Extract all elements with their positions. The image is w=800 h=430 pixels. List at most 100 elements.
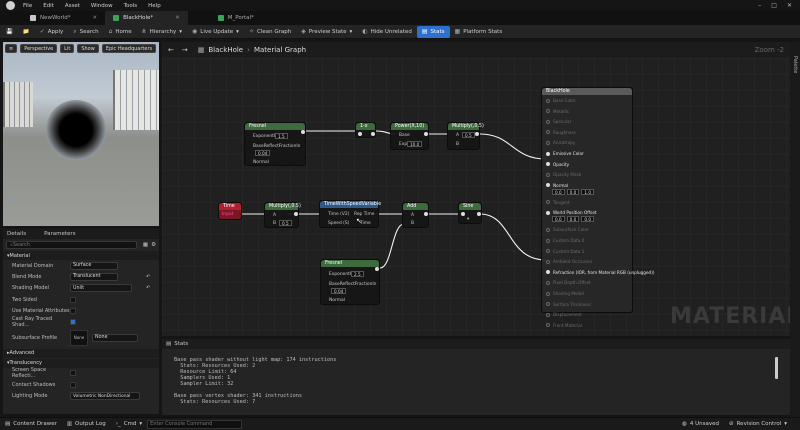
input-pin[interactable] — [546, 249, 550, 254]
breadcrumb-root[interactable]: BlackHole — [208, 46, 243, 54]
result-pin[interactable]: Tangent — [546, 199, 570, 206]
wpo-value-field[interactable]: 0.0 — [552, 216, 565, 223]
settings-icon[interactable]: ⚙ — [151, 242, 156, 248]
fresnel-node-2[interactable]: Fresnel ExponentIn 2.5 BaseReflectFractio… — [320, 259, 380, 305]
input-pin[interactable] — [546, 151, 550, 156]
section-translucency[interactable]: ▾ Translucency — [3, 358, 159, 368]
input-pin[interactable] — [546, 302, 550, 307]
clean-graph-button[interactable]: ✧ Clean Graph — [244, 26, 296, 38]
stats-scrollbar[interactable] — [775, 357, 778, 379]
content-drawer-button[interactable]: ▤ Content Drawer — [0, 421, 62, 427]
output-log-button[interactable]: ▥ Output Log — [62, 421, 111, 427]
browse-icon[interactable]: 📁 — [18, 26, 35, 38]
input-pin[interactable] — [546, 210, 550, 215]
result-pin[interactable]: Opacity — [546, 161, 569, 168]
result-pin[interactable]: Subsurface Color — [546, 226, 589, 233]
input-pin[interactable] — [546, 109, 550, 114]
two-sided-checkbox[interactable] — [70, 296, 76, 303]
tab-details[interactable]: Details — [7, 231, 26, 237]
menu-tools[interactable]: Tools — [124, 3, 138, 9]
blend-mode-select[interactable]: Translucent — [70, 272, 118, 281]
result-pin[interactable]: Specular — [546, 118, 571, 125]
result-pin[interactable]: Pixel Depth Offset — [546, 279, 591, 286]
tab-newworld[interactable]: NewWorld* ✕ — [22, 11, 105, 25]
chevron-down-icon[interactable]: ▾ — [467, 217, 469, 222]
normal-value-field[interactable]: 0.0 — [566, 188, 580, 195]
input-pin[interactable] — [546, 280, 550, 285]
tab-parameters[interactable]: Parameters — [44, 231, 75, 237]
multiply-node-1[interactable]: Multiply(,0.5) A 0.5 B — [447, 122, 484, 150]
result-pin[interactable]: Ambient Occlusion — [546, 258, 592, 265]
result-pin[interactable]: Shading Model — [546, 290, 584, 297]
input-pin[interactable] — [546, 183, 550, 188]
live-update-button[interactable]: ◉ Live Update ▾ — [187, 26, 244, 38]
add-node[interactable]: Add A B — [402, 202, 429, 228]
input-pin[interactable] — [461, 212, 465, 216]
input-pin[interactable] — [546, 130, 550, 135]
multiply-node-2[interactable]: Multiply(,0.5) A B 0.5 — [264, 202, 301, 228]
cmd-button[interactable]: ›_ Cmd ▾ — [111, 421, 147, 427]
result-pin[interactable]: Custom Data 1 — [546, 248, 584, 255]
one-minus-node[interactable]: 1-x — [355, 122, 376, 138]
result-pin[interactable]: Roughness — [546, 129, 576, 136]
palette-tab[interactable]: Palette — [790, 42, 800, 417]
minimize-icon[interactable]: – — [758, 2, 761, 9]
time-with-speed-variable-node[interactable]: TimeWithSpeedVariable Time (V2) Speed (S… — [319, 200, 381, 228]
input-pin[interactable] — [546, 227, 550, 232]
input-pin[interactable] — [546, 259, 550, 264]
menu-file[interactable]: File — [23, 3, 32, 9]
tab-close-icon[interactable]: ✕ — [175, 15, 180, 21]
section-material[interactable]: ▾ Material — [3, 251, 159, 260]
ssr-checkbox[interactable] — [70, 370, 76, 377]
input-pin[interactable] — [546, 291, 550, 296]
result-pin[interactable]: Front Material — [546, 322, 582, 329]
result-pin[interactable]: Emissive Color — [546, 150, 584, 157]
output-pin[interactable] — [475, 132, 479, 136]
hide-unrelated-button[interactable]: ◐ Hide Unrelated — [357, 26, 417, 38]
material-result-node[interactable]: BlackHole Base Color Metallic Specular Roug… — [541, 87, 654, 328]
output-pin[interactable] — [375, 267, 379, 271]
forward-arrow-icon[interactable]: → — [182, 46, 188, 54]
wpo-value-field[interactable]: 0.0 — [566, 216, 580, 223]
lighting-mode-select[interactable]: Volumetric NonDirectional — [70, 392, 140, 401]
material-graph-canvas[interactable]: Fresnel ExponentIn 1.5 BaseReflectFractio… — [162, 42, 790, 336]
input-pin[interactable] — [546, 200, 550, 205]
output-pin[interactable] — [371, 132, 375, 136]
stats-button[interactable]: ▤ Stats — [416, 25, 450, 38]
menu-asset[interactable]: Asset — [65, 3, 80, 9]
input-pin[interactable] — [546, 98, 550, 103]
use-material-attributes-checkbox[interactable] — [70, 307, 76, 314]
input-pin[interactable] — [546, 119, 550, 124]
perspective-button[interactable]: Perspective — [20, 44, 58, 53]
result-pin[interactable]: Base Color — [546, 97, 575, 104]
platform-stats-button[interactable]: ▦ Platform Stats — [450, 26, 508, 38]
reset-arrow-icon[interactable]: ↶ — [146, 285, 150, 291]
normal-value-field[interactable]: 1.0 — [581, 188, 595, 195]
input-pin[interactable] — [546, 172, 550, 177]
show-button[interactable]: Show — [77, 44, 99, 53]
output-pin[interactable] — [424, 132, 428, 136]
time-node[interactable]: Time Input — [218, 202, 242, 220]
material-domain-select[interactable]: Surface — [70, 261, 118, 270]
shading-model-select[interactable]: Unlit — [70, 284, 132, 293]
result-pin[interactable]: Anisotropy — [546, 139, 575, 146]
result-pin[interactable]: Opacity Mask — [546, 171, 581, 178]
result-pin[interactable]: Surface Thickness — [546, 301, 591, 308]
output-pin[interactable] — [294, 212, 298, 216]
input-pin[interactable] — [358, 132, 362, 136]
lit-button[interactable]: Lit — [60, 44, 75, 53]
input-pin[interactable] — [546, 162, 550, 167]
power-node[interactable]: Power(X,10) Base Exp 10.0 — [390, 122, 429, 150]
search-button[interactable]: ⌕ Search — [68, 26, 103, 38]
menu-window[interactable]: Window — [91, 3, 113, 9]
home-button[interactable]: ⌂ Home — [104, 26, 137, 38]
unreal-logo-icon[interactable] — [6, 1, 15, 10]
result-pin[interactable]: Custom Data 0 — [546, 237, 584, 244]
revision-control-button[interactable]: ⊘ Revision Control ▾ — [724, 421, 792, 427]
result-pin[interactable]: Normal — [546, 182, 568, 189]
hierarchy-button[interactable]: ⋔ Hierarchy ▾ — [137, 26, 187, 38]
input-pin[interactable] — [546, 270, 550, 275]
view-options-icon[interactable]: ▦ — [143, 242, 148, 248]
output-pin[interactable] — [477, 212, 481, 216]
input-pin[interactable] — [546, 323, 550, 328]
